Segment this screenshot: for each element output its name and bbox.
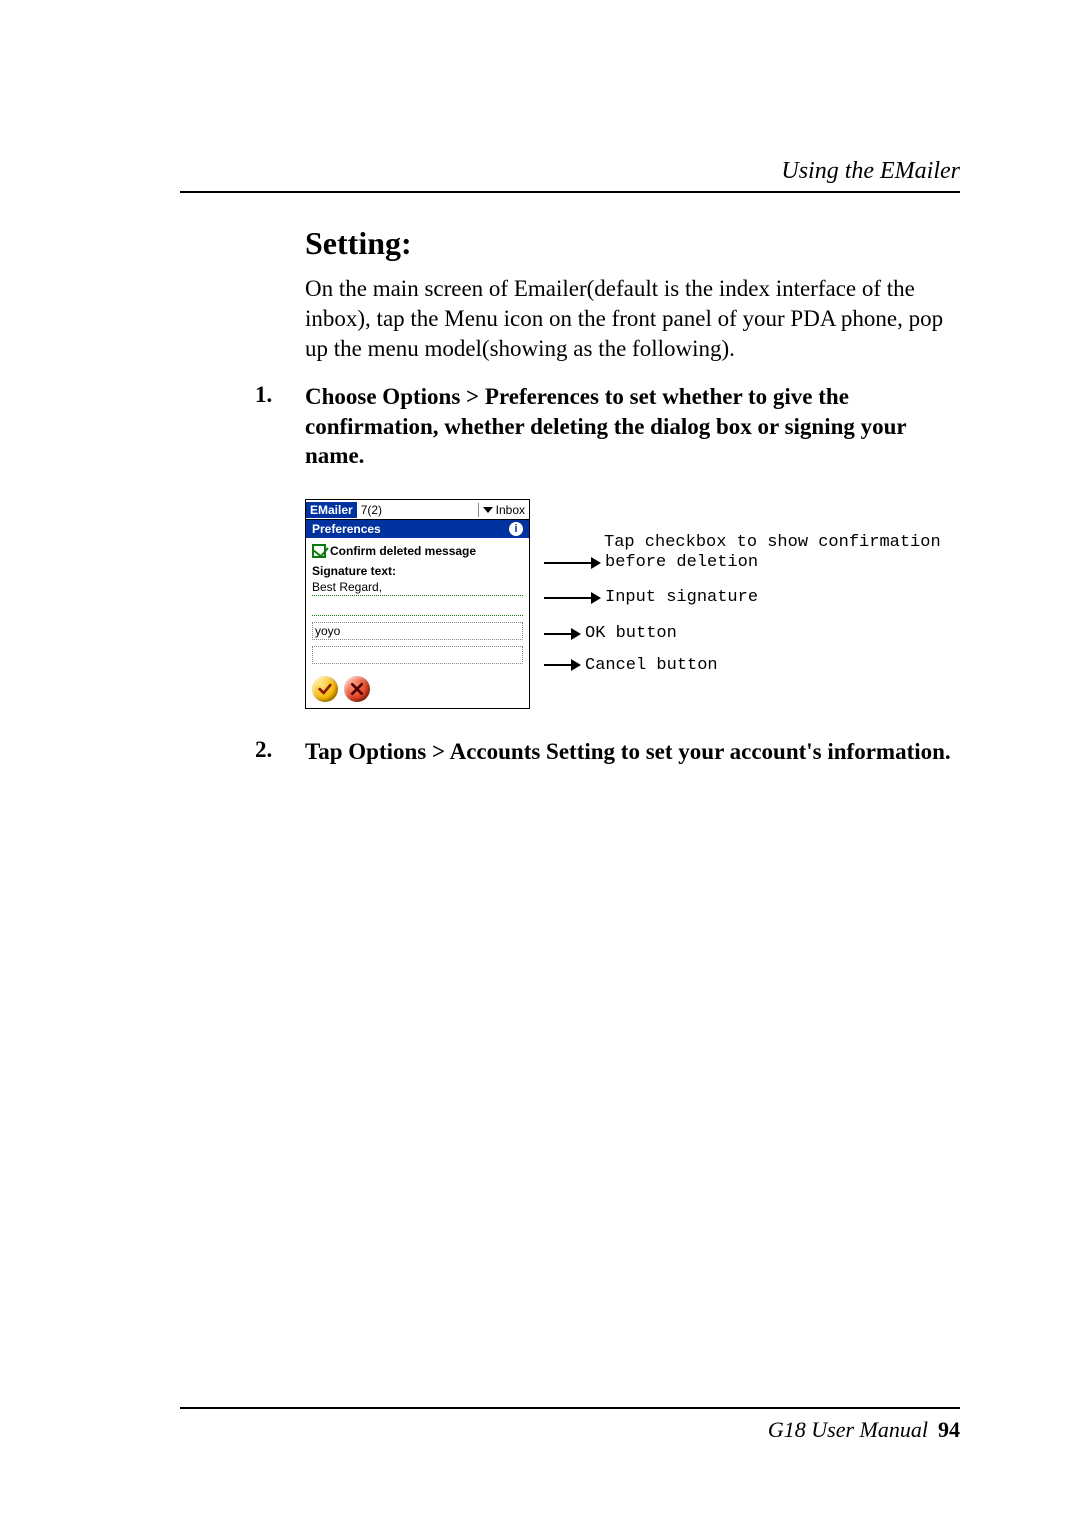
section-intro: On the main screen of Emailer(default is… bbox=[305, 274, 960, 364]
section-heading: Setting: bbox=[305, 225, 960, 262]
cancel-button[interactable] bbox=[344, 676, 370, 702]
step-2-text: Tap Options > Accounts Setting to set yo… bbox=[305, 737, 960, 767]
dropdown-arrow-icon bbox=[483, 507, 493, 513]
x-icon bbox=[349, 681, 365, 697]
page-number: 94 bbox=[938, 1417, 960, 1443]
palm-app-name: EMailer bbox=[306, 502, 357, 518]
step-1-text: Choose Options > Preferences to set whet… bbox=[305, 382, 960, 472]
callout-signature-text: Input signature bbox=[605, 588, 758, 608]
footer-manual-name: G18 User Manual bbox=[768, 1417, 928, 1443]
step-1: 1. Choose Options > Preferences to set w… bbox=[180, 382, 960, 472]
callout-ok: OK button bbox=[544, 624, 941, 644]
arrow-icon bbox=[544, 664, 579, 666]
palm-folder-dropdown[interactable]: Inbox bbox=[478, 503, 529, 517]
footer: G18 User Manual 94 bbox=[180, 1417, 960, 1443]
checkbox-icon[interactable] bbox=[312, 544, 326, 558]
callout-signature: Input signature bbox=[544, 588, 941, 608]
arrow-icon bbox=[544, 562, 599, 564]
callout-ok-text: OK button bbox=[585, 624, 677, 644]
signature-blank-field[interactable] bbox=[312, 646, 523, 664]
palm-folder-label: Inbox bbox=[496, 503, 525, 517]
palm-dialog-title: Preferences i bbox=[306, 520, 529, 538]
palm-pref-title: Preferences bbox=[312, 522, 381, 536]
preferences-figure: EMailer 7(2) Inbox Preferences i Confirm… bbox=[305, 499, 960, 709]
signature-name-field[interactable]: yoyo bbox=[312, 622, 523, 640]
step-2-number: 2. bbox=[180, 737, 305, 767]
step-2: 2. Tap Options > Accounts Setting to set… bbox=[180, 737, 960, 767]
info-icon[interactable]: i bbox=[509, 522, 523, 536]
confirm-delete-label: Confirm deleted message bbox=[330, 544, 476, 558]
palm-screenshot: EMailer 7(2) Inbox Preferences i Confirm… bbox=[305, 499, 530, 709]
callout-cancel-text: Cancel button bbox=[585, 656, 718, 676]
confirm-delete-row[interactable]: Confirm deleted message bbox=[312, 544, 523, 558]
signature-label: Signature text: bbox=[312, 564, 523, 578]
callout-cancel: Cancel button bbox=[544, 656, 941, 676]
callout-group: Tap checkbox to show confirmation before… bbox=[544, 499, 941, 675]
signature-field-2[interactable] bbox=[312, 600, 523, 616]
callout-confirm-text-1: Tap checkbox to show confirmation bbox=[604, 533, 941, 553]
palm-titlebar: EMailer 7(2) Inbox bbox=[306, 500, 529, 520]
callout-confirm: Tap checkbox to show confirmation bbox=[544, 533, 941, 553]
ok-button[interactable] bbox=[312, 676, 338, 702]
step-1-number: 1. bbox=[180, 382, 305, 472]
callout-confirm-text-2: before deletion bbox=[605, 553, 758, 573]
arrow-icon bbox=[544, 633, 579, 635]
palm-count: 7(2) bbox=[357, 503, 386, 517]
check-icon bbox=[317, 681, 333, 697]
footer-rule bbox=[180, 1407, 960, 1409]
chapter-title: Using the EMailer bbox=[180, 158, 960, 185]
header-rule bbox=[180, 191, 960, 193]
signature-field-1[interactable]: Best Regard, bbox=[312, 580, 523, 596]
arrow-icon bbox=[544, 597, 599, 599]
